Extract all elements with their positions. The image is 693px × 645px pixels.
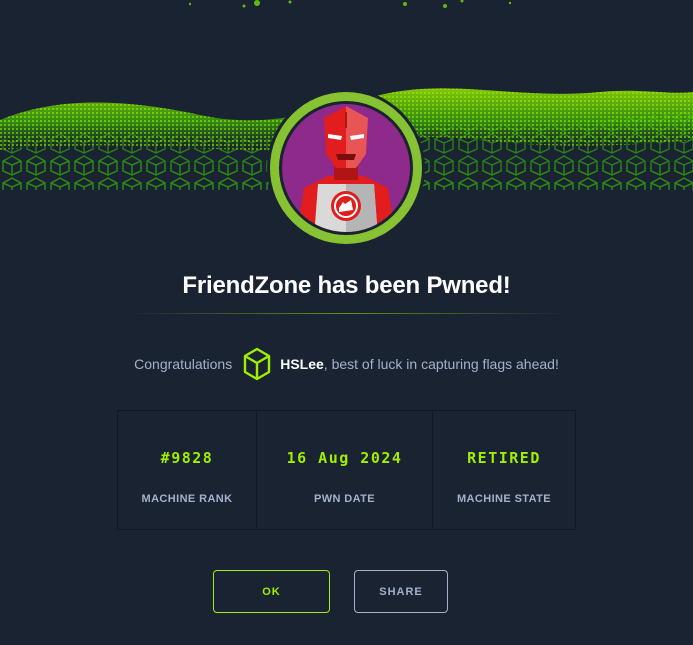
stat-machine-state: RETIRED MACHINE STATE [433, 411, 575, 529]
machine-rank-label: MACHINE RANK [141, 493, 233, 505]
red-hero-avatar-icon [267, 89, 425, 247]
machine-state-value: RETIRED [467, 449, 541, 467]
username-link[interactable]: HSLee [280, 356, 324, 372]
pwned-title: FriendZone has been Pwned! [182, 272, 511, 299]
pwn-date-label: PWN DATE [313, 493, 376, 505]
hackthebox-cube-icon [244, 347, 271, 381]
congrats-prefix: Congratulations [134, 356, 233, 372]
machine-state-label: MACHINE STATE [456, 493, 551, 505]
ok-button[interactable]: OK [213, 570, 330, 613]
stat-pwn-date: 16 Aug 2024 PWN DATE [257, 411, 433, 529]
congrats-message: Congratulations HSLee , best of luck in … [0, 346, 693, 382]
congrats-suffix: , best of luck in capturing flags ahead! [323, 356, 559, 372]
stat-machine-rank: #9828 MACHINE RANK [118, 411, 257, 529]
stats-panel: #9828 MACHINE RANK 16 Aug 2024 PWN DATE … [117, 410, 576, 530]
title-divider [126, 313, 567, 314]
share-button[interactable]: SHARE [354, 570, 448, 613]
machine-avatar [266, 88, 426, 248]
pwn-date-value: 16 Aug 2024 [286, 449, 403, 467]
machine-rank-value: #9828 [160, 449, 214, 467]
